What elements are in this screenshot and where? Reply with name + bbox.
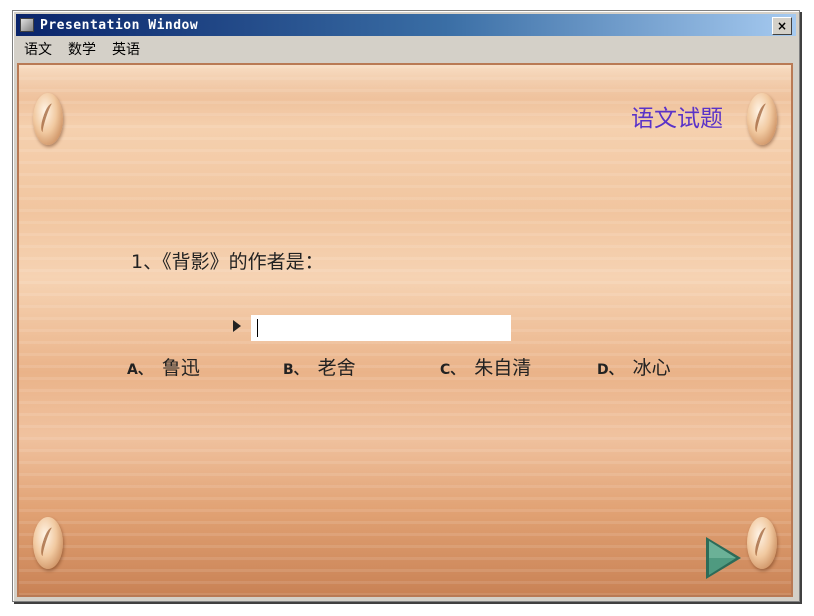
option-text: 鲁迅 (161, 357, 200, 379)
text-caret (257, 319, 258, 337)
answer-input[interactable] (251, 315, 511, 341)
presentation-stage: 语文试题 1、《背影》的作者是： A、 鲁迅 B、 老舍 C、 朱自清 D、 冰… (17, 63, 793, 597)
close-button[interactable]: × (772, 17, 792, 35)
quiz-title: 语文试题 (631, 106, 723, 132)
pointer-icon (233, 320, 241, 332)
option-c: C、 朱自清 (440, 353, 531, 380)
option-text: 朱自清 (474, 357, 532, 379)
play-arrow-icon[interactable] (703, 535, 743, 581)
option-d: D、 冰心 (597, 353, 671, 380)
window-title: Presentation Window (40, 17, 199, 33)
option-letter: A、 (127, 362, 152, 378)
question-text: 1、《背影》的作者是： (131, 251, 324, 273)
option-b: B、 老舍 (283, 353, 356, 380)
menu-item-chinese[interactable]: 语文 (16, 39, 60, 59)
option-text: 冰心 (632, 357, 671, 379)
ornament-top-left (33, 93, 63, 145)
menu-item-english[interactable]: 英语 (104, 39, 148, 59)
menu-item-math[interactable]: 数学 (60, 39, 104, 59)
option-letter: C、 (440, 362, 465, 378)
app-icon (20, 18, 34, 32)
option-letter: D、 (597, 362, 623, 378)
menu-bar: 语文 数学 英语 (16, 38, 796, 60)
stage-highlight (19, 65, 791, 99)
option-letter: B、 (283, 362, 308, 378)
ornament-top-right (747, 93, 777, 145)
option-text: 老舍 (317, 357, 356, 379)
title-bar[interactable]: Presentation Window × (16, 14, 796, 36)
option-a: A、 鲁迅 (127, 353, 200, 380)
ornament-bottom-right (747, 517, 777, 569)
presentation-window: Presentation Window × 语文 数学 英语 语文试题 1、《背… (12, 10, 800, 602)
ornament-bottom-left (33, 517, 63, 569)
